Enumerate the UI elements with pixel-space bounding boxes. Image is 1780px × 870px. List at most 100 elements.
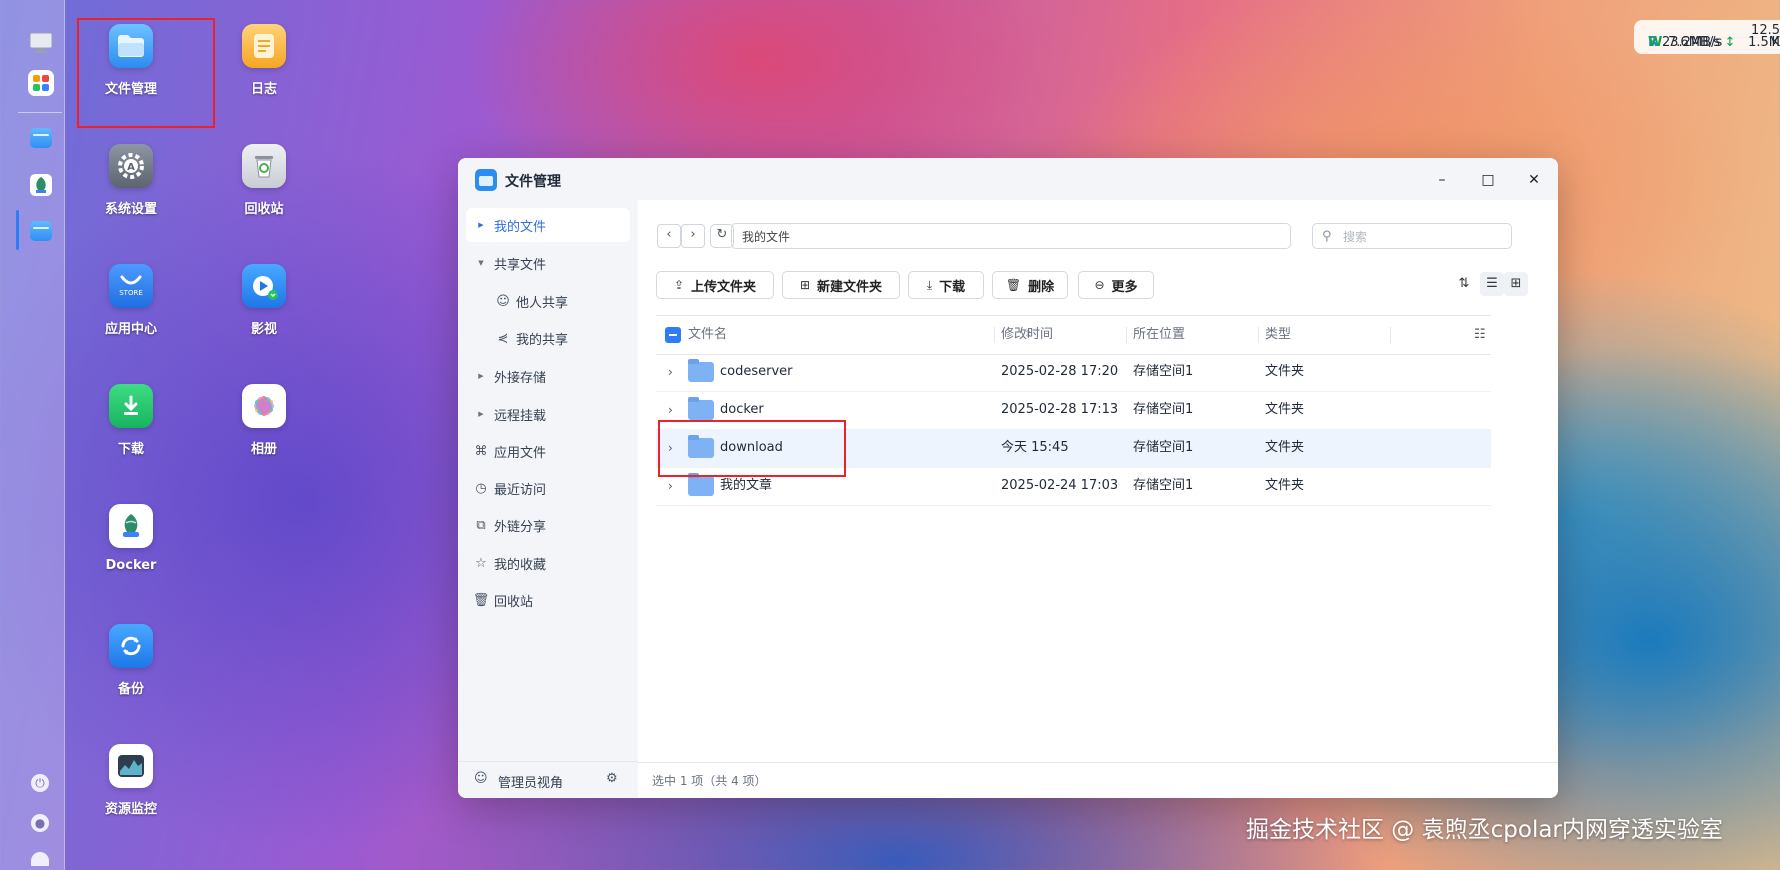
column-modified[interactable]: 修改时间 [1001,316,1053,354]
more-label: 更多 [1111,279,1138,295]
desktop-video[interactable]: 影视 [209,264,319,337]
desktop-photos[interactable]: 相册 [209,384,319,457]
admin-user-icon: ☺ [474,771,488,786]
select-all-checkbox[interactable] [665,327,681,343]
app-store-icon: STORE [109,264,153,308]
dock-divider [18,112,62,113]
desktop-icon-label: Docker [105,558,157,573]
grid-view-icon[interactable]: ⊞ [1504,272,1528,296]
sidebar-item-remote-mount[interactable]: ▶ 远程挂载 [466,397,630,431]
notification-bell-icon[interactable]: ● [31,814,49,832]
new-folder-button[interactable]: ⊞ 新建文件夹 [782,271,900,299]
desktop-icon[interactable] [28,30,54,56]
sidebar-item-recent[interactable]: ◷ 最近访问 [466,471,630,505]
desktop-resource-monitor[interactable]: 资源监控 [76,744,186,817]
sort-icon[interactable]: ⇅ [1452,272,1476,296]
desktop-icon-label: 影视 [250,322,277,337]
search-icon: ⚲ [1322,229,1332,244]
write-total: 1.5M [1748,35,1780,50]
download-button[interactable]: ⤓ 下载 [908,271,984,299]
sidebar-item-favorites[interactable]: ☆ 我的收藏 [466,546,630,580]
desktop-icon-label: 下载 [117,442,144,457]
sidebar-item-app-files[interactable]: ⌘ 应用文件 [466,434,630,468]
collapse-caret-icon[interactable]: ▼ [472,259,490,267]
file-manager-app-icon [475,169,497,195]
sidebar-item-link-share[interactable]: ⧉ 外链分享 [466,508,630,542]
list-view-icon[interactable]: ☰ [1480,272,1504,296]
desktop-settings[interactable]: A 系统设置 [76,144,186,217]
expand-row-icon[interactable]: › [668,353,673,391]
desktop-docker[interactable]: Docker [76,504,186,573]
table-header: 文件名 ⇕ 修改时间 所在位置 类型 ☷ [656,315,1491,355]
desktop-backup[interactable]: 备份 [76,624,186,697]
file-location: 存储空间1 [1133,478,1194,493]
column-settings-icon[interactable]: ☷ [1474,316,1486,354]
user-icon[interactable] [31,852,49,866]
clock-icon: ◷ [475,480,487,496]
delete-label: 删除 [1028,279,1055,295]
download-label: 下载 [939,279,966,295]
new-folder-label: 新建文件夹 [817,279,883,295]
column-location[interactable]: 所在位置 [1133,316,1185,354]
column-divider [1258,327,1259,343]
star-icon: ☆ [475,555,487,571]
desktop-log[interactable]: 日志 [209,24,319,97]
new-folder-icon: ⊞ [799,278,811,292]
desktop-app-store[interactable]: STORE 应用中心 [76,264,186,337]
desktop-recycle-bin[interactable]: 回收站 [209,144,319,217]
sidebar-item-label: 外链分享 [494,519,547,535]
file-location: 存储空间1 [1133,402,1194,417]
maximize-button[interactable]: □ [1478,170,1498,190]
dock-active-indicator [16,210,19,250]
sidebar-item-label: 远程挂载 [494,408,547,424]
more-button[interactable]: ⊖ 更多 [1078,271,1154,299]
trash-icon: 🗑 [1005,278,1022,292]
file-type: 文件夹 [1265,364,1305,379]
sidebar-item-label: 他人共享 [516,295,569,311]
expand-caret-icon[interactable]: ▶ [472,221,490,229]
power-icon[interactable]: ⏻ [31,774,49,792]
recycle-bin-icon [242,144,286,188]
file-manager-running-icon[interactable] [28,218,54,244]
docker-dock-icon[interactable] [28,172,54,198]
folder-icon [688,473,714,496]
file-manager-window: 文件管理 – □ ✕ ▶ 我的文件 ▼ 共享文件 ☺ 他人共享 ⋞ 我的共享 ▶ 外接存储… [458,158,1558,798]
sidebar-item-my-shares[interactable]: ⋞ 我的共享 [488,321,630,355]
path-bar[interactable]: 我的文件 [731,223,1291,249]
docker-icon [109,504,153,548]
expand-caret-icon[interactable]: ▶ [472,410,490,418]
write-speed-row: W23.2MB/s ↓ 1.5M [1648,35,1780,50]
log-icon [242,24,286,68]
sidebar-item-recycle-bin[interactable]: 🗑 回收站 [466,583,630,617]
sidebar-item-shared-files[interactable]: ▼ 共享文件 [466,246,630,280]
store-tile-text: STORE [119,289,143,297]
sidebar-item-label: 应用文件 [494,445,547,461]
minimize-button[interactable]: – [1432,170,1452,190]
file-manager-dock-icon[interactable] [28,125,54,151]
sidebar-item-others-shared[interactable]: ☺ 他人共享 [488,284,630,318]
trash-icon: 🗑 [472,592,490,608]
table-row[interactable]: › codeserver 2025-02-28 17:20 存储空间1 文件夹 [656,353,1491,392]
sidebar-item-external-storage[interactable]: ▶ 外接存储 [466,359,630,393]
expand-caret-icon[interactable]: ▶ [472,372,490,380]
back-button[interactable]: ‹ [657,224,681,248]
watermark: 掘金技术社区 @ 袁煦丞cpolar内网穿透实验室 [1246,817,1723,843]
settings-gear-icon[interactable]: ⚙ [606,771,618,786]
desktop-icon-label: 回收站 [244,202,284,217]
column-name[interactable]: 文件名 [688,316,727,354]
file-location: 存储空间1 [1133,440,1194,455]
close-button[interactable]: ✕ [1524,170,1544,190]
file-modified: 2025-02-28 17:20 [1001,364,1119,379]
desktop-download[interactable]: 下载 [76,384,186,457]
sidebar-item-my-files[interactable]: ▶ 我的文件 [466,208,630,242]
admin-view-label[interactable]: 管理员视角 [498,772,563,791]
column-type[interactable]: 类型 [1265,316,1291,354]
search-input[interactable]: ⚲ 搜索 [1312,223,1512,249]
upload-folder-button[interactable]: ⇪ 上传文件夹 [656,271,774,299]
forward-button[interactable]: › [681,224,705,248]
sidebar-item-label: 回收站 [494,594,534,610]
resource-monitor-icon [109,744,153,788]
window-titlebar[interactable]: 文件管理 – □ ✕ [458,158,1558,200]
app-launcher-icon[interactable] [28,70,54,96]
delete-button[interactable]: 🗑 删除 [992,271,1068,299]
